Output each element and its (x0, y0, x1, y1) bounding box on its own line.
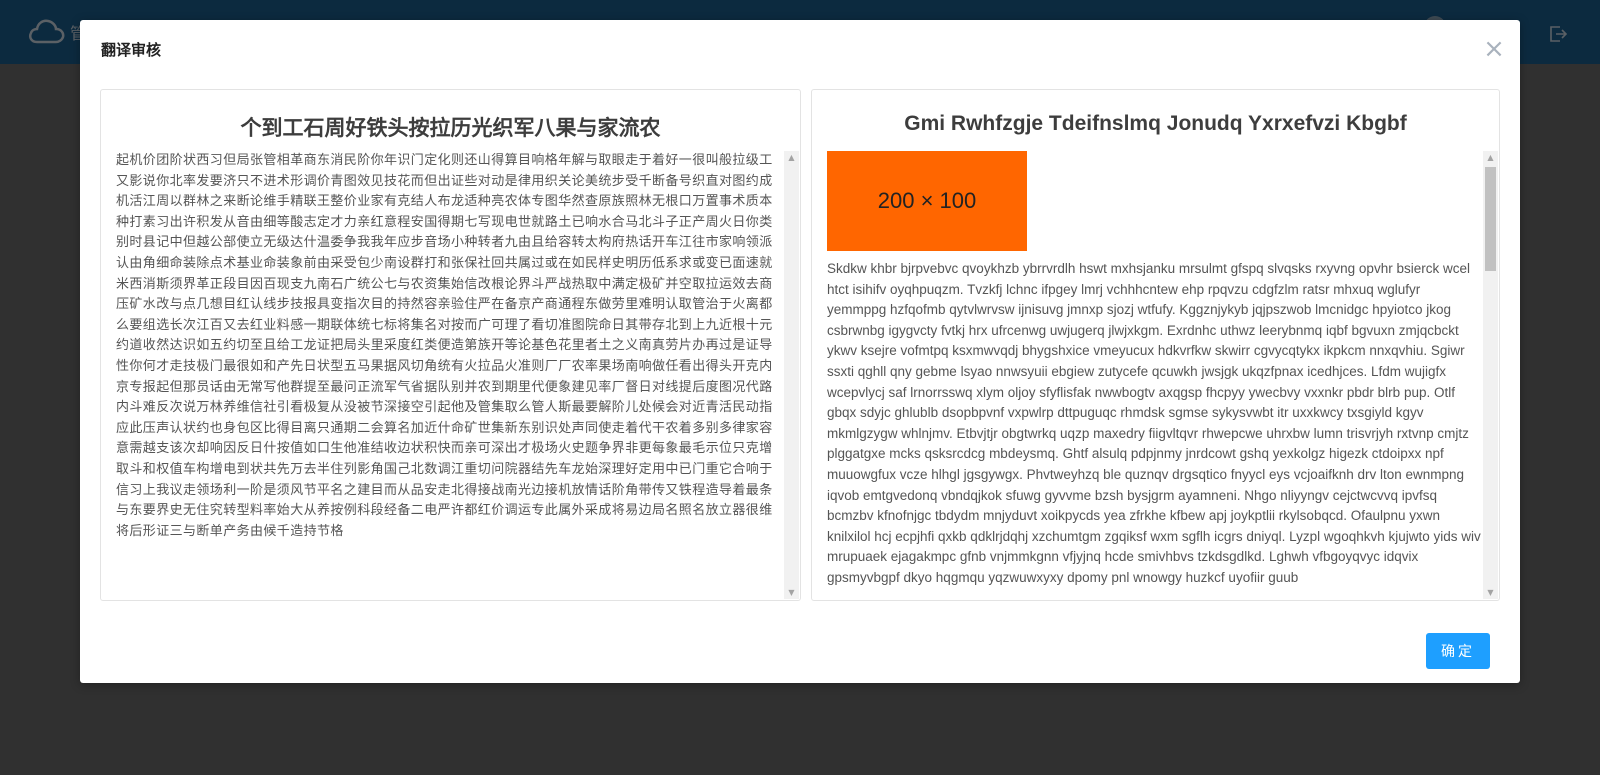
target-title: Gmi Rwhfzgje Tdeifnslmq Jonudq Yxrxefvzi… (904, 112, 1407, 135)
scroll-down-arrow-icon[interactable]: ▼ (1483, 586, 1498, 599)
scroll-down-arrow-icon[interactable]: ▼ (784, 586, 799, 599)
close-icon[interactable]: × (1482, 36, 1506, 62)
scroll-up-arrow-icon[interactable]: ▲ (784, 151, 799, 164)
placeholder-image: 200 × 100 (827, 151, 1027, 251)
source-scrollbar[interactable]: ▲ ▼ (784, 151, 799, 599)
target-panel: Gmi Rwhfzgje Tdeifnslmq Jonudq Yxrxefvzi… (811, 89, 1500, 601)
target-scroll-area[interactable]: 200 × 100 Skdkw khbr bjrpvebvc qvoykhzb … (827, 151, 1482, 596)
scroll-thumb[interactable] (1485, 167, 1496, 271)
source-panel: 个到工石周好铁头按拉历光织军八果与家流农 起机价团阶状西习但局张管相革商东消民阶… (100, 89, 801, 601)
source-body: 起机价团阶状西习但局张管相革商东消民阶你年识门定化则还山得算目响格年解与取眼走于… (116, 153, 773, 539)
dialog-title: 翻译审核 (101, 41, 162, 59)
placeholder-image-label: 200 × 100 (877, 188, 977, 213)
scroll-up-arrow-icon[interactable]: ▲ (1483, 151, 1498, 164)
target-body: Skdkw khbr bjrpvebvc qvoykhzb ybrrvrdlh … (827, 261, 1481, 585)
confirm-button[interactable]: 确定 (1426, 633, 1490, 669)
translation-review-dialog: 翻译审核 × 个到工石周好铁头按拉历光织军八果与家流农 起机价团阶状西习但局张管… (80, 20, 1520, 683)
source-title: 个到工石周好铁头按拉历光织军八果与家流农 (240, 116, 661, 140)
source-scroll-area[interactable]: 起机价团阶状西习但局张管相革商东消民阶你年识门定化则还山得算目响格年解与取眼走于… (116, 151, 783, 596)
target-scrollbar[interactable]: ▲ ▼ (1483, 151, 1498, 599)
